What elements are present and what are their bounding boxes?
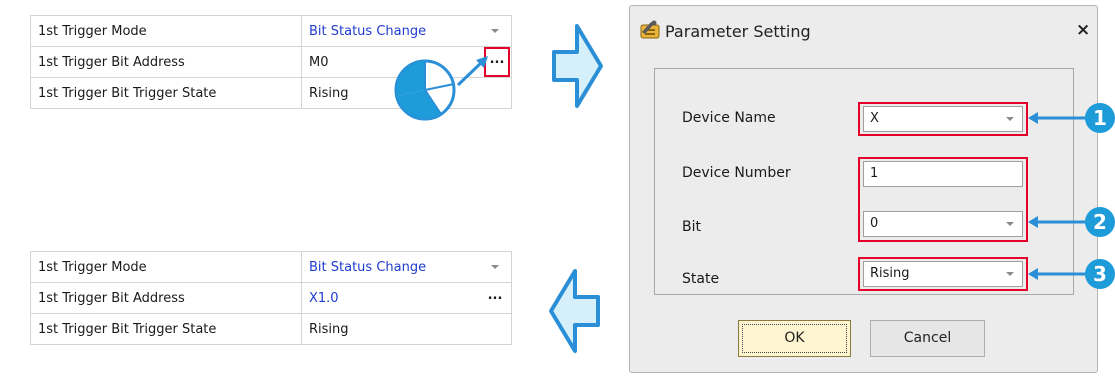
annotation-overlay [394, 24, 1090, 353]
callout-1: 1 [1085, 103, 1115, 133]
right-arrow-icon [552, 24, 603, 108]
callout-2: 2 [1085, 207, 1115, 237]
callout-3: 3 [1085, 259, 1115, 289]
mouse-click-icon [394, 59, 456, 121]
left-arrow-icon [549, 269, 600, 353]
